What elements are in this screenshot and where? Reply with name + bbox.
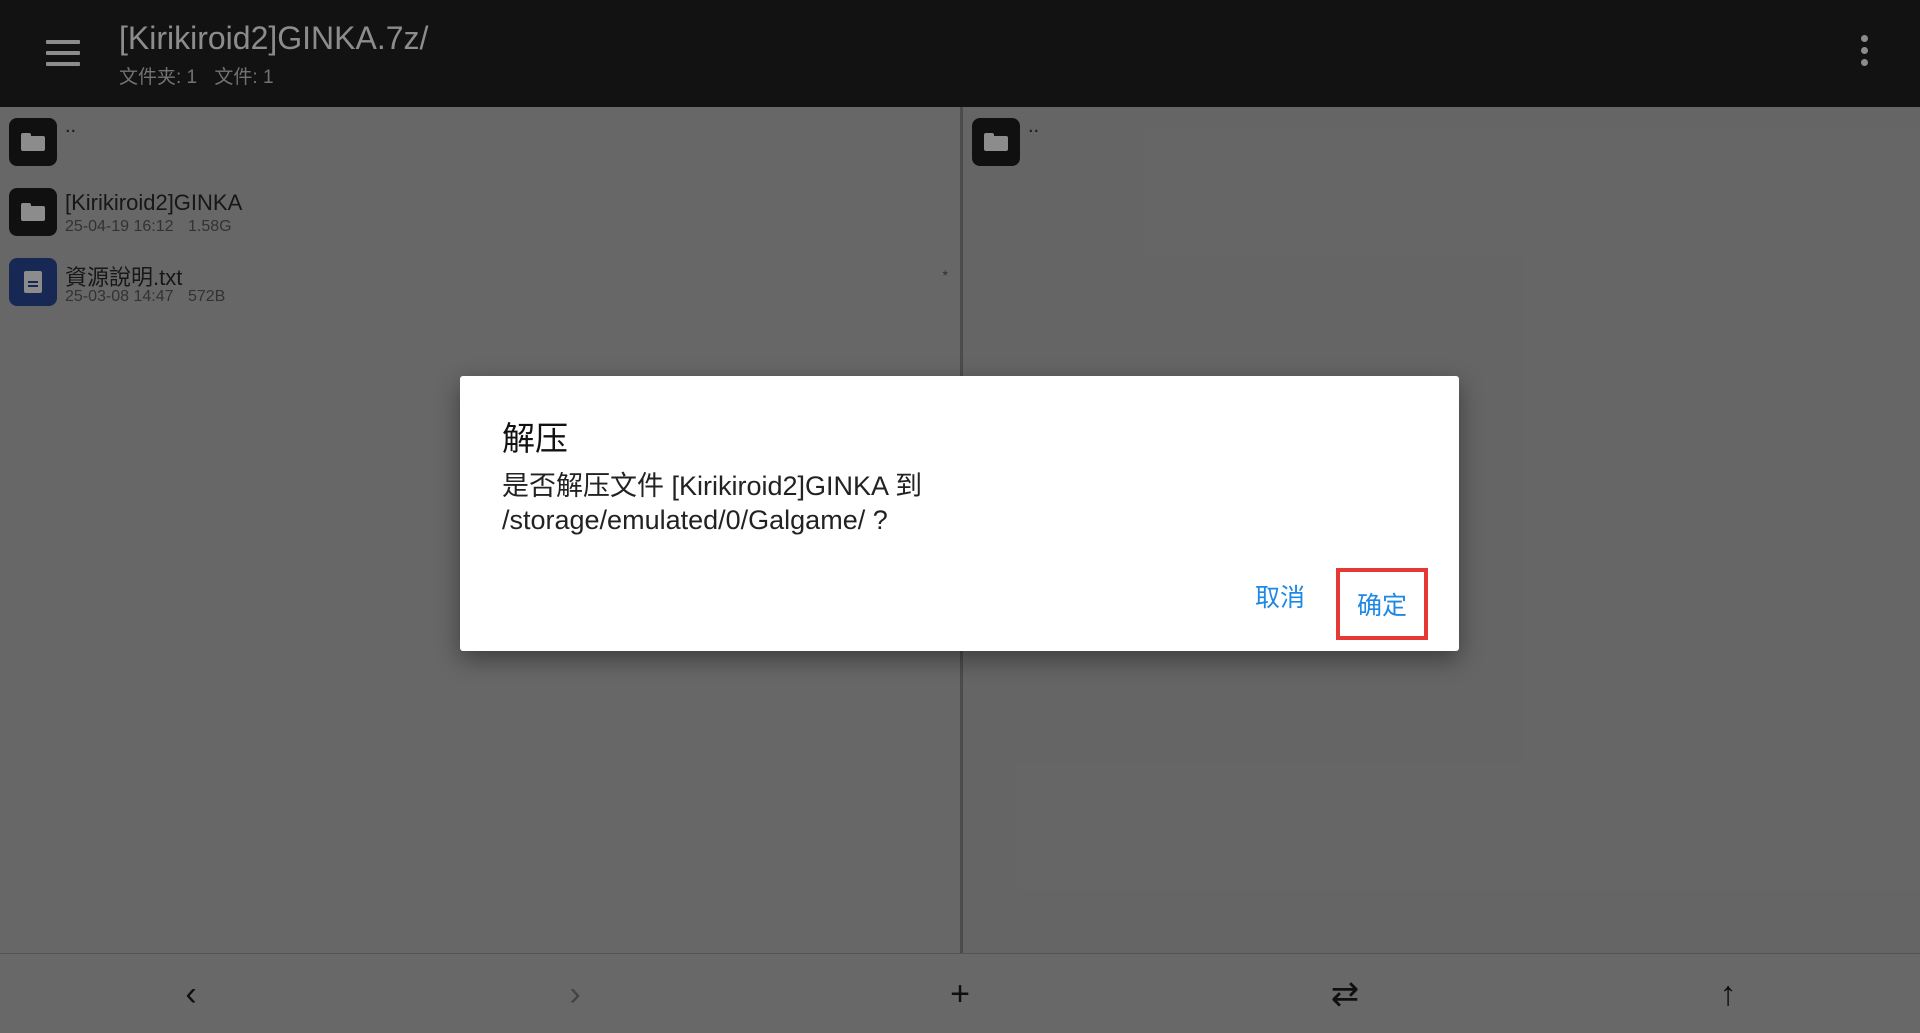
app-root: [Kirikiroid2]GINKA.7z/ 文件夹: 1 文件: 1 .. [… (0, 0, 1920, 1033)
confirm-button[interactable]: 确定 (1336, 568, 1428, 640)
dialog-title: 解压 (502, 420, 568, 457)
cancel-button[interactable]: 取消 (1234, 568, 1326, 624)
dialog-message-line2: /storage/emulated/0/Galgame/ ? (502, 505, 888, 535)
dialog-message: 是否解压文件 [Kirikiroid2]GINKA 到 /storage/emu… (502, 469, 1002, 537)
dialog-message-line1: 是否解压文件 [Kirikiroid2]GINKA 到 (502, 471, 923, 501)
extract-dialog: 解压 是否解压文件 [Kirikiroid2]GINKA 到 /storage/… (460, 376, 1459, 651)
